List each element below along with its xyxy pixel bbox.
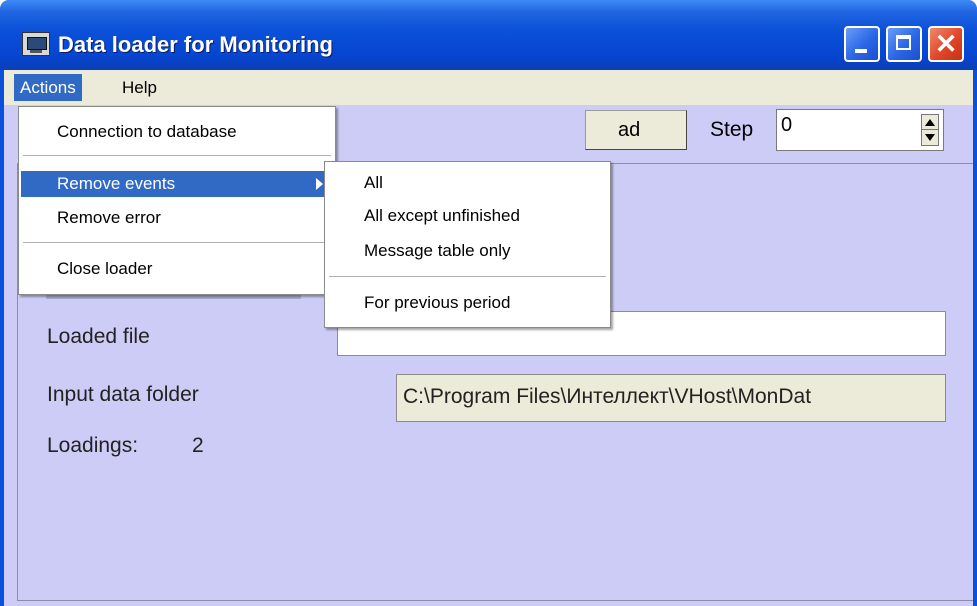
window-title: Data loader for Monitoring [58,32,333,57]
menu-help[interactable]: Help [116,74,163,101]
chevron-right-icon [316,178,323,190]
menu-separator [23,155,331,156]
load-button-label: ad [618,119,641,141]
input-folder-field[interactable]: C:\Program Files\Интеллект\VHost\MonDat [396,374,946,422]
spin-up-arrow[interactable] [925,119,935,126]
menu-separator [23,242,331,243]
menu-item-connection[interactable]: Connection to database [21,119,333,145]
loaded-file-label: Loaded file [47,325,150,348]
maximize-icon [896,35,911,50]
close-button[interactable]: ✕ [928,26,964,62]
menu-item-remove-events[interactable]: Remove events [21,171,333,197]
menu-bar: Actions Help [4,70,973,105]
loadings-value: 2 [192,434,204,457]
maximize-button[interactable] [886,26,922,62]
menu-actions[interactable]: Actions [14,74,82,101]
monitor-screen [27,37,47,50]
submenu-item-all-except-unfinished[interactable]: All except unfinished [327,203,608,229]
actions-dropdown: Connection to database Remove events Rem… [18,106,336,295]
remove-events-submenu: All All except unfinished Message table … [324,161,611,328]
app-window: Data loader for Monitoring ✕ Actions Hel… [0,0,977,606]
step-label: Step [710,118,754,141]
close-icon: ✕ [934,29,958,59]
step-spinbox[interactable]: 0 [776,109,944,151]
minimize-icon [855,49,867,53]
submenu-item-previous-period[interactable]: For previous period [327,290,608,316]
menu-item-close-loader[interactable]: Close loader [21,256,333,282]
title-bar[interactable]: Data loader for Monitoring ✕ [0,0,977,70]
monitor-stand [30,50,42,53]
input-folder-value: C:\Program Files\Интеллект\VHost\MonDat [403,385,812,408]
minimize-button[interactable] [844,26,880,62]
submenu-item-all[interactable]: All [327,170,608,196]
submenu-separator [329,276,606,277]
monitor-icon[interactable] [22,32,50,56]
menu-item-remove-error[interactable]: Remove error [21,205,333,231]
spin-arrows-icon[interactable] [921,114,939,146]
menu-item-remove-events-label: Remove events [57,174,176,193]
input-folder-label: Input data folder [47,383,199,406]
submenu-item-message-table-only[interactable]: Message table only [327,238,608,264]
spin-down-arrow[interactable] [925,134,935,141]
loadings-label: Loadings: [47,434,139,457]
step-value: 0 [781,114,793,136]
load-button[interactable]: ad [585,110,687,150]
spin-divider [922,129,938,130]
